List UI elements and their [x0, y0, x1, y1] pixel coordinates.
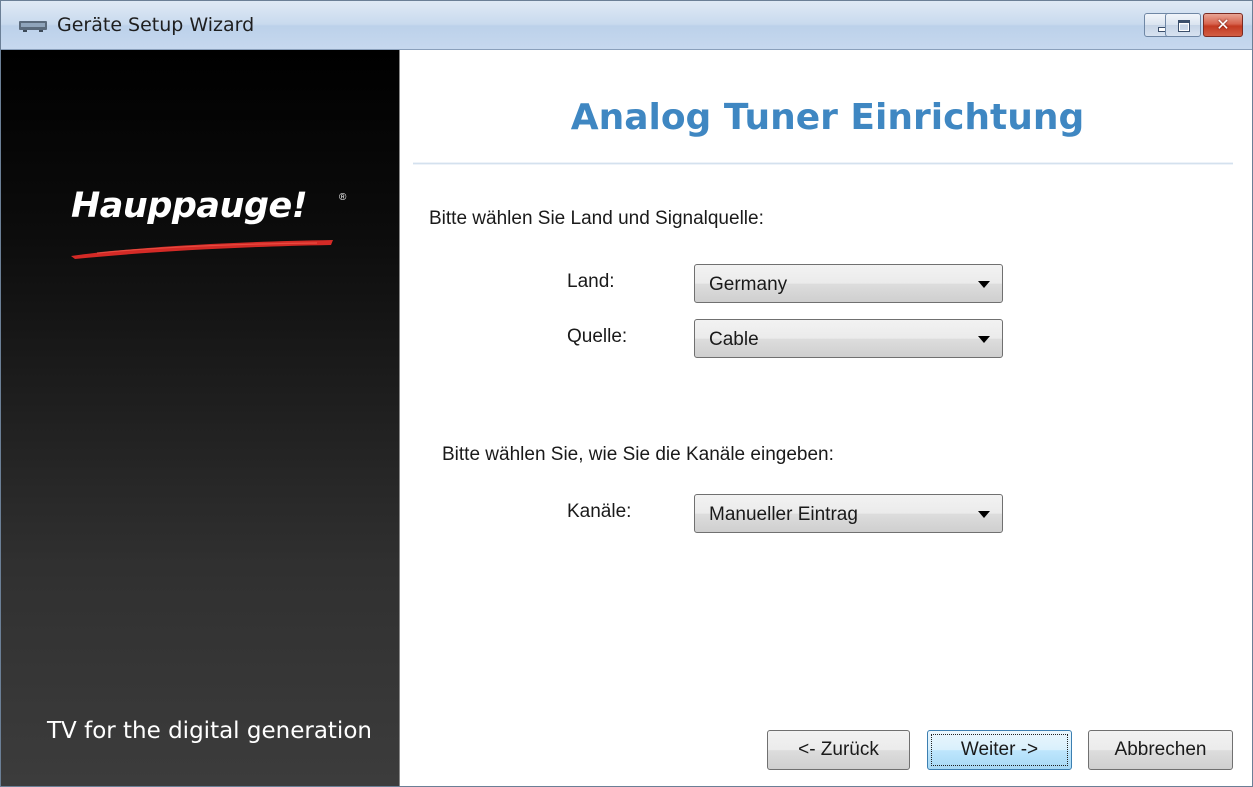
quelle-dropdown[interactable]: Cable [694, 319, 1003, 358]
chevron-down-icon [978, 511, 990, 518]
quelle-label: Quelle: [567, 326, 628, 347]
focus-rectangle [931, 734, 1068, 766]
back-button[interactable]: <- Zurück [767, 730, 910, 770]
cancel-button[interactable]: Abbrechen [1088, 730, 1233, 770]
close-icon: ✕ [1216, 15, 1230, 34]
brand-panel: Hauppauge! ® TV for the digital generati… [1, 50, 400, 786]
title-bar[interactable]: Geräte Setup Wizard ✕ [1, 1, 1252, 50]
quelle-value: Cable [709, 329, 759, 350]
kanaele-dropdown[interactable]: Manueller Eintrag [694, 494, 1003, 533]
maximize-icon [1178, 20, 1190, 32]
chevron-down-icon [978, 281, 990, 288]
wizard-window: Geräte Setup Wizard ✕ Hauppauge! ® TV fo… [0, 0, 1253, 787]
heading-divider [413, 163, 1233, 164]
kanaele-label: Kanäle: [567, 501, 632, 522]
maximize-button[interactable] [1165, 13, 1201, 37]
chevron-down-icon [978, 336, 990, 343]
land-dropdown[interactable]: Germany [694, 264, 1003, 303]
channel-entry-prompt: Bitte wählen Sie, wie Sie die Kanäle ein… [442, 444, 834, 465]
land-label: Land: [567, 271, 615, 292]
country-source-prompt: Bitte wählen Sie Land und Signalquelle: [429, 208, 764, 229]
kanaele-value: Manueller Eintrag [709, 504, 858, 525]
next-button[interactable]: Weiter -> [927, 730, 1072, 770]
close-button[interactable]: ✕ [1203, 13, 1243, 37]
page-title: Analog Tuner Einrichtung [570, 97, 1085, 138]
device-icon [19, 21, 47, 32]
brand-tagline: TV for the digital generation [47, 718, 372, 744]
hauppauge-logo: Hauppauge! [71, 186, 308, 226]
land-value: Germany [709, 274, 788, 295]
window-title: Geräte Setup Wizard [57, 14, 255, 36]
registered-mark: ® [339, 192, 347, 203]
logo-swoosh-icon [71, 240, 333, 259]
